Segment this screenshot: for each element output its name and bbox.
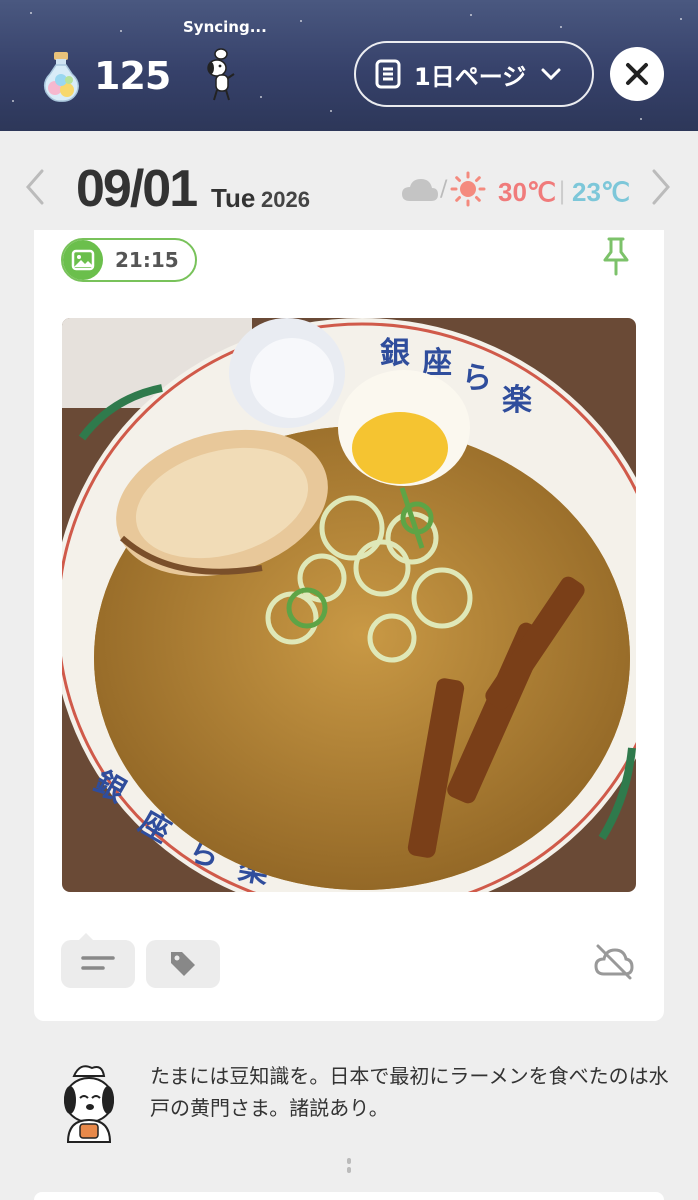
previous-day-button[interactable]: [24, 167, 46, 207]
photo-icon: [63, 240, 103, 280]
date-bar: 09/01 Tue 2026 / 30℃ | 23℃: [0, 131, 698, 231]
sun-icon[interactable]: [450, 171, 486, 207]
close-icon: [626, 63, 648, 85]
svg-text:楽: 楽: [502, 383, 532, 418]
note-icon: [81, 956, 115, 970]
temperature-high: 30℃: [498, 177, 557, 207]
document-icon: [375, 59, 401, 89]
sync-status: Syncing...: [183, 18, 267, 36]
entry-time: 21:15: [115, 248, 179, 272]
page-type-dropdown[interactable]: 1日ページ: [354, 41, 594, 107]
page-type-label: 1日ページ: [414, 62, 527, 91]
tag-icon: [171, 952, 195, 976]
drag-handle[interactable]: [347, 1158, 351, 1182]
weather-separator: /: [440, 177, 448, 202]
diary-entry-card: 21:15 銀座ら楽 銀 座 ら 楽: [34, 230, 664, 1021]
close-button[interactable]: [610, 47, 664, 101]
entry-weekday: Tue: [211, 183, 256, 213]
note-button[interactable]: [61, 933, 135, 988]
chevron-down-icon: [541, 68, 561, 81]
tip-text: たまには豆知識を。日本で最初にラーメンを食べたのは水戸の黄門さま。諸説あり。: [150, 1064, 669, 1120]
pin-icon[interactable]: [600, 236, 632, 276]
svg-text:銀: 銀: [380, 336, 410, 371]
tag-button[interactable]: [146, 940, 220, 988]
dog-mascot-icon: [207, 48, 235, 101]
svg-text:ら: ら: [462, 361, 492, 396]
temperature-separator: |: [558, 177, 567, 205]
mascot-icon: [64, 1065, 114, 1143]
potion-bottle-icon[interactable]: [40, 50, 82, 102]
temperature-low: 23℃: [572, 177, 631, 207]
cloud-icon[interactable]: [400, 175, 440, 205]
next-card-edge: [34, 1192, 664, 1200]
coin-count: 125: [94, 54, 171, 98]
ramen-photo[interactable]: 銀座ら楽 銀 座 ら 楽: [62, 318, 636, 892]
entry-time-badge[interactable]: 21:15: [61, 238, 197, 282]
entry-date: 09/01: [76, 160, 198, 218]
top-bar: 125 Syncing... 1日ページ: [0, 0, 698, 131]
entry-year: 2026: [261, 187, 310, 212]
next-day-button[interactable]: [650, 167, 672, 207]
cloud-off-icon[interactable]: [592, 942, 636, 982]
